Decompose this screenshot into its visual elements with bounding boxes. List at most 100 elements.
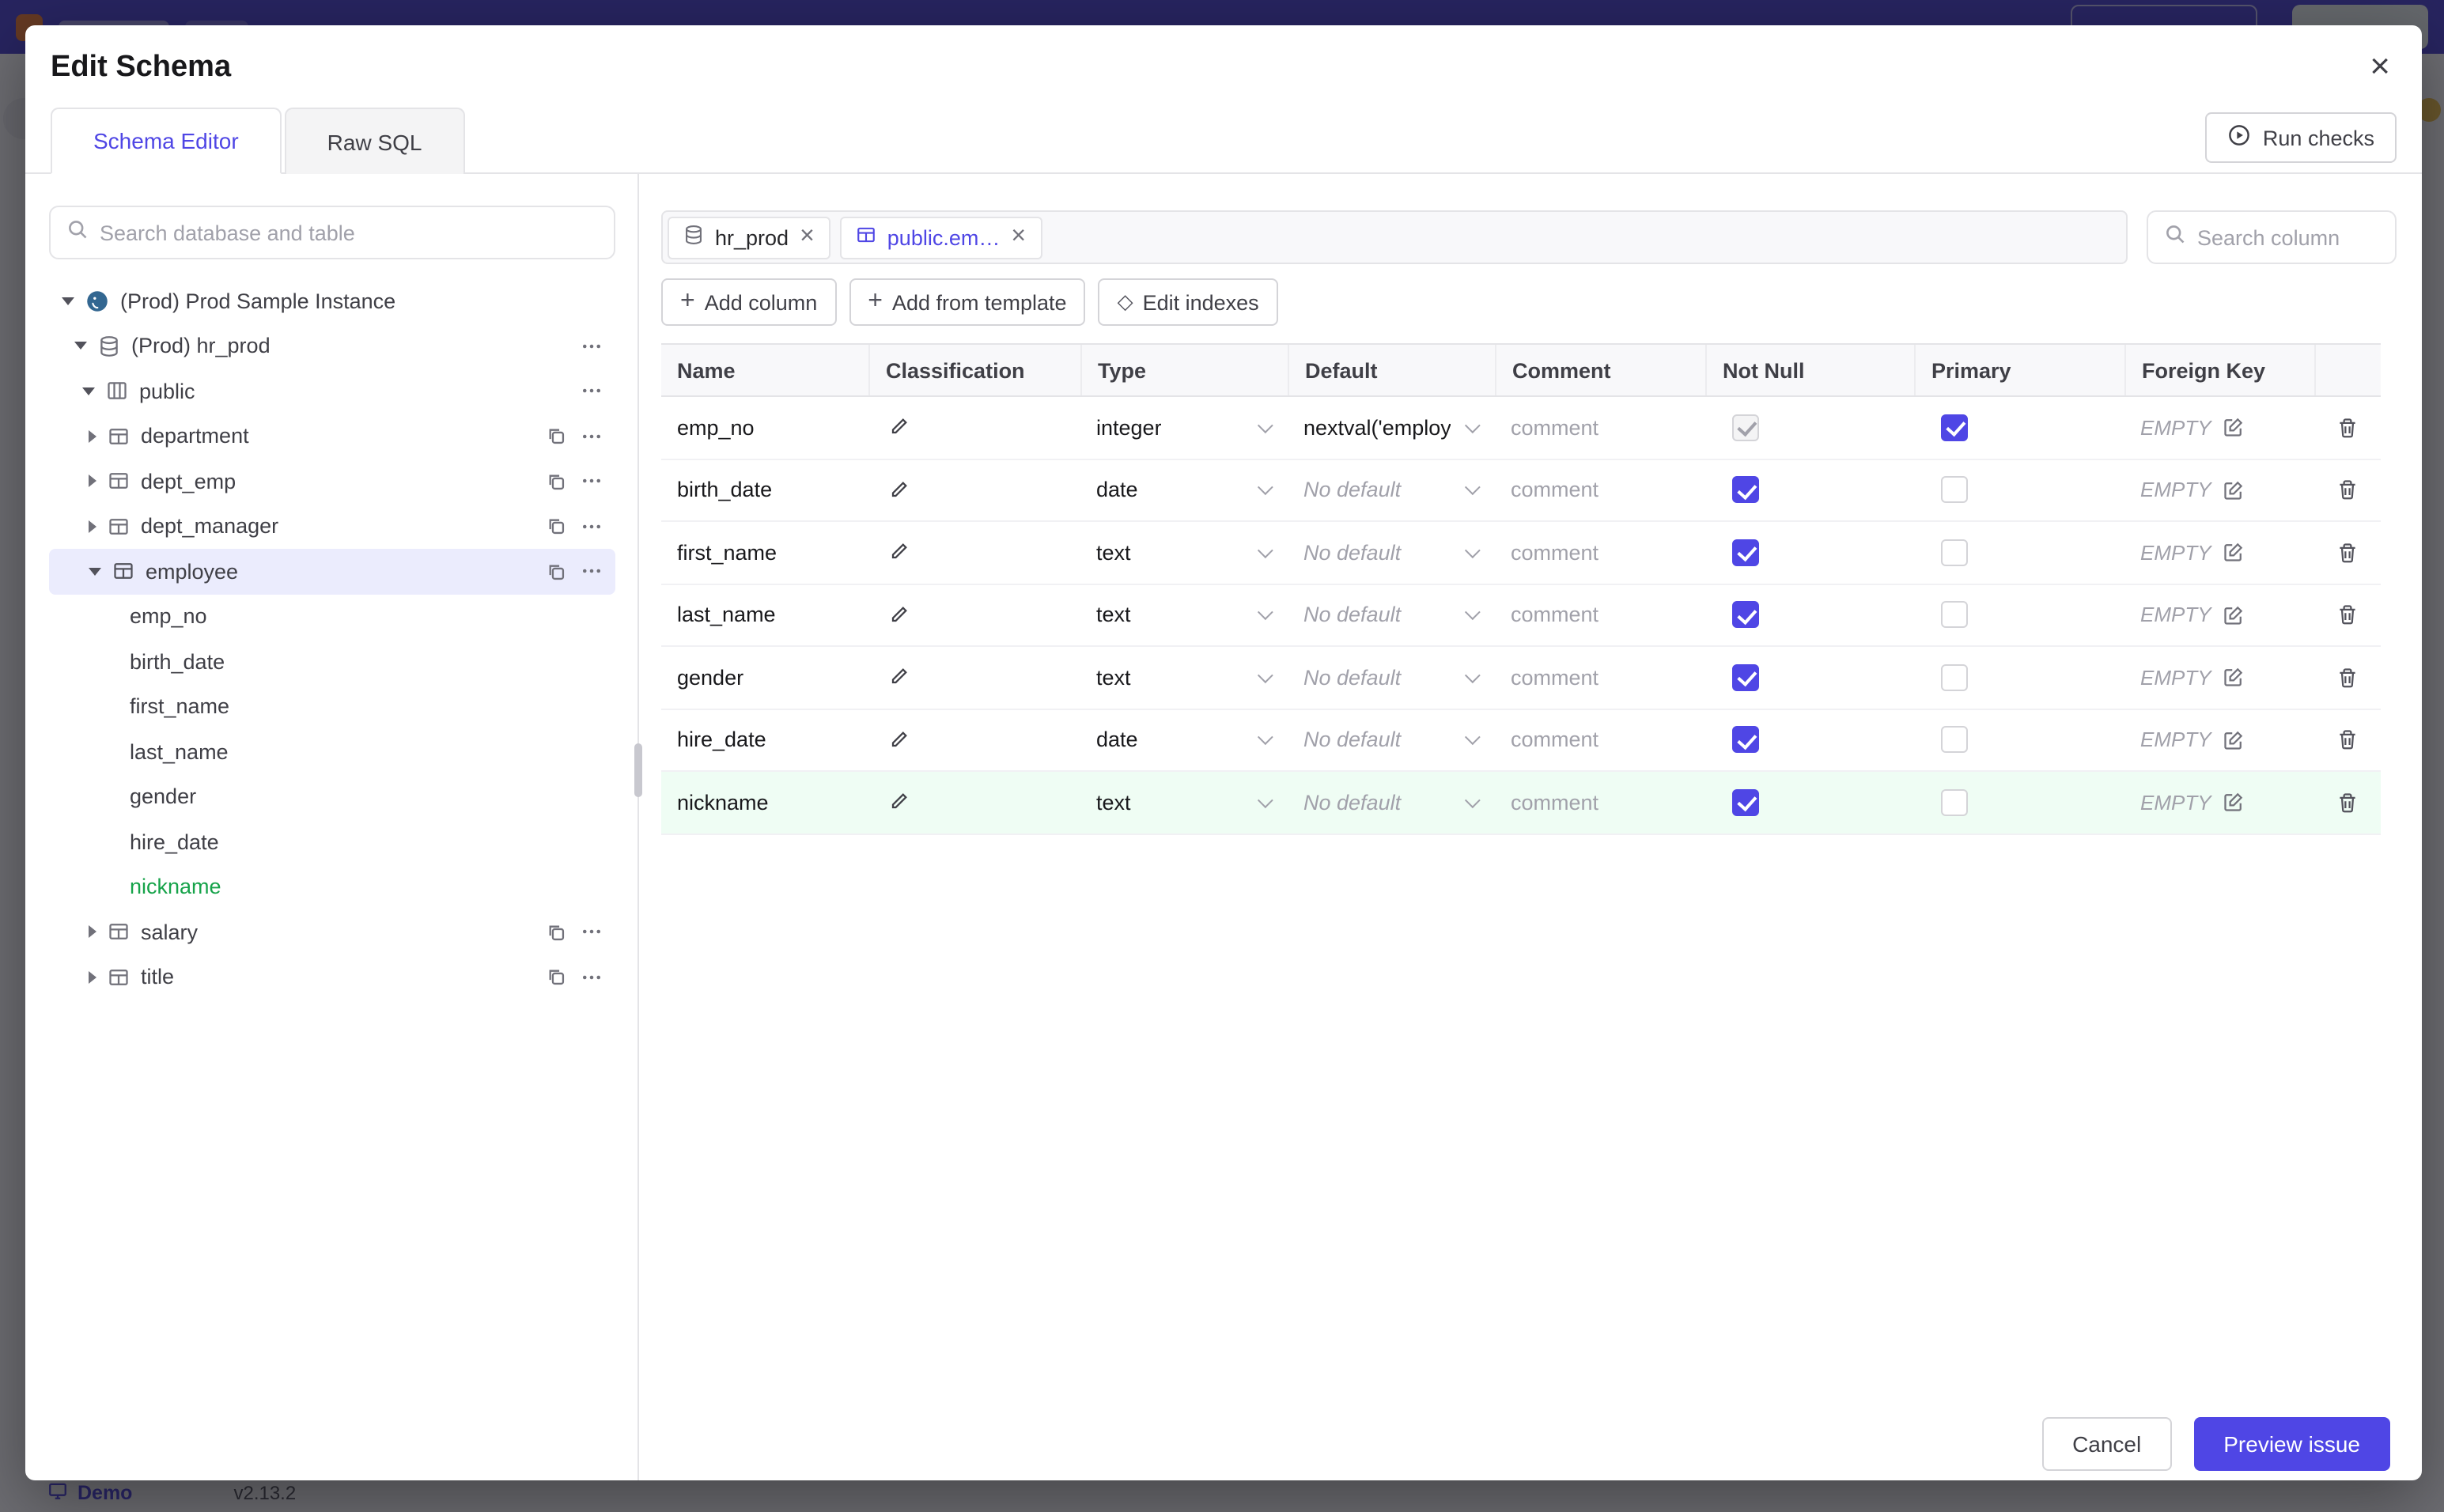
close-icon[interactable]: ×	[2370, 48, 2390, 83]
type-select[interactable]: integer	[1096, 416, 1288, 440]
tree-item-table-dept-manager[interactable]: dept_manager	[49, 504, 615, 549]
not-null-checkbox[interactable]	[1732, 601, 1759, 629]
primary-checkbox[interactable]	[1941, 788, 1968, 816]
default-select[interactable]: No default	[1303, 666, 1495, 690]
caret-right-icon[interactable]	[89, 925, 96, 939]
type-select[interactable]: date	[1096, 728, 1288, 752]
primary-checkbox[interactable]	[1941, 539, 1968, 566]
not-null-checkbox[interactable]	[1732, 726, 1759, 754]
comment-input[interactable]	[1511, 478, 1669, 502]
tree-item-table-dept-emp[interactable]: dept_emp	[49, 459, 615, 504]
type-select[interactable]: text	[1096, 791, 1288, 815]
caret-right-icon[interactable]	[89, 970, 96, 984]
default-select[interactable]: No default	[1303, 791, 1495, 815]
edit-foreign-key-icon[interactable]	[2219, 726, 2248, 754]
more-menu-icon[interactable]	[581, 561, 603, 583]
classification-edit-icon[interactable]	[884, 663, 913, 692]
tree-item-instance[interactable]: (Prod) Prod Sample Instance	[49, 278, 615, 323]
tree-item-database-hr-prod[interactable]: (Prod) hr_prod	[49, 323, 615, 369]
tree-item-table-department[interactable]: department	[49, 414, 615, 459]
more-menu-icon[interactable]	[581, 471, 603, 493]
preview-issue-button[interactable]: Preview issue	[2193, 1417, 2390, 1471]
edit-foreign-key-icon[interactable]	[2219, 539, 2248, 567]
tree-item-column-birth-date[interactable]: birth_date	[49, 639, 615, 684]
comment-input[interactable]	[1511, 790, 1669, 815]
not-null-checkbox[interactable]	[1732, 539, 1759, 566]
tree-item-column-gender[interactable]: gender	[49, 774, 615, 819]
tab-schema-editor[interactable]: Schema Editor	[51, 108, 282, 174]
default-select[interactable]: nextval('employ	[1303, 416, 1495, 440]
delete-row-icon[interactable]	[2333, 725, 2362, 755]
default-select[interactable]: No default	[1303, 478, 1495, 502]
cancel-button[interactable]: Cancel	[2042, 1417, 2172, 1471]
classification-edit-icon[interactable]	[884, 476, 913, 505]
not-null-checkbox[interactable]	[1732, 788, 1759, 816]
type-select[interactable]: text	[1096, 666, 1288, 690]
tree-item-schema-public[interactable]: public	[49, 369, 615, 414]
close-icon[interactable]: ×	[800, 224, 815, 250]
classification-edit-icon[interactable]	[884, 601, 913, 629]
default-select[interactable]: No default	[1303, 728, 1495, 752]
tree-item-table-employee[interactable]: employee	[49, 549, 615, 594]
add-column-button[interactable]: + Add column	[661, 278, 837, 326]
comment-input[interactable]	[1511, 415, 1669, 440]
column-search-input[interactable]	[2197, 225, 2444, 249]
primary-checkbox[interactable]	[1941, 601, 1968, 629]
delete-row-icon[interactable]	[2333, 413, 2362, 443]
delete-row-icon[interactable]	[2333, 538, 2362, 568]
tree-item-table-title[interactable]: title	[49, 954, 615, 1000]
edit-foreign-key-icon[interactable]	[2219, 788, 2248, 817]
type-select[interactable]: date	[1096, 478, 1288, 502]
more-menu-icon[interactable]	[581, 335, 603, 357]
caret-right-icon[interactable]	[89, 429, 96, 443]
primary-checkbox[interactable]	[1941, 726, 1968, 754]
primary-checkbox[interactable]	[1941, 663, 1968, 691]
more-menu-icon[interactable]	[581, 921, 603, 943]
tree-item-column-emp-no[interactable]: emp_no	[49, 594, 615, 639]
copy-icon[interactable]	[546, 516, 566, 537]
tree-item-column-nickname[interactable]: nickname	[49, 864, 615, 909]
tree-item-table-salary[interactable]: salary	[49, 909, 615, 954]
copy-icon[interactable]	[546, 922, 566, 943]
edit-foreign-key-icon[interactable]	[2219, 663, 2248, 692]
type-select[interactable]: text	[1096, 541, 1288, 565]
comment-input[interactable]	[1511, 603, 1669, 627]
tab-raw-sql[interactable]: Raw SQL	[284, 108, 465, 174]
primary-checkbox[interactable]	[1941, 414, 1968, 441]
default-select[interactable]: No default	[1303, 603, 1495, 627]
edit-foreign-key-icon[interactable]	[2219, 601, 2248, 629]
tab-chip-public-employee[interactable]: public.em… ×	[839, 216, 1042, 259]
scrollbar-thumb[interactable]	[634, 743, 642, 797]
copy-icon[interactable]	[546, 967, 566, 988]
caret-down-icon[interactable]	[82, 387, 95, 395]
more-menu-icon[interactable]	[581, 516, 603, 538]
type-select[interactable]: text	[1096, 603, 1288, 627]
primary-checkbox[interactable]	[1941, 476, 1968, 504]
comment-input[interactable]	[1511, 728, 1669, 752]
not-null-checkbox[interactable]	[1732, 414, 1759, 441]
caret-down-icon[interactable]	[62, 297, 74, 305]
add-from-template-button[interactable]: + Add from template	[849, 278, 1086, 326]
copy-icon[interactable]	[546, 471, 566, 492]
delete-row-icon[interactable]	[2333, 475, 2362, 505]
caret-right-icon[interactable]	[89, 474, 96, 488]
tree-item-column-hire-date[interactable]: hire_date	[49, 819, 615, 864]
not-null-checkbox[interactable]	[1732, 663, 1759, 691]
more-menu-icon[interactable]	[581, 425, 603, 448]
not-null-checkbox[interactable]	[1732, 476, 1759, 504]
caret-right-icon[interactable]	[89, 520, 96, 533]
copy-icon[interactable]	[546, 561, 566, 582]
comment-input[interactable]	[1511, 665, 1669, 690]
delete-row-icon[interactable]	[2333, 663, 2362, 693]
caret-down-icon[interactable]	[89, 567, 101, 576]
edit-foreign-key-icon[interactable]	[2219, 414, 2248, 442]
default-select[interactable]: No default	[1303, 541, 1495, 565]
comment-input[interactable]	[1511, 540, 1669, 565]
tree-item-column-last-name[interactable]: last_name	[49, 729, 615, 774]
classification-edit-icon[interactable]	[884, 788, 913, 817]
tree-item-column-first-name[interactable]: first_name	[49, 684, 615, 729]
delete-row-icon[interactable]	[2333, 600, 2362, 630]
delete-row-icon[interactable]	[2333, 788, 2362, 818]
caret-down-icon[interactable]	[74, 342, 87, 350]
edit-indexes-button[interactable]: ◇ Edit indexes	[1098, 278, 1278, 326]
